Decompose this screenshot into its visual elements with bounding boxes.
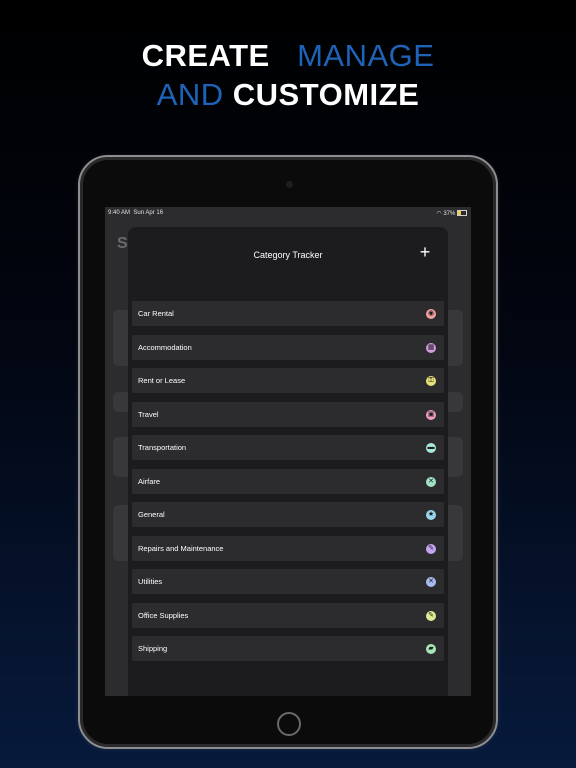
headline-customize: CUSTOMIZE: [232, 77, 420, 112]
category-row[interactable]: Repairs and Maintenance ✎: [132, 535, 444, 561]
category-label: Accommodation: [138, 342, 192, 352]
status-right: ◠ 37%: [436, 210, 467, 217]
category-label: Transportation: [138, 443, 187, 452]
wifi-icon: ◠: [436, 211, 442, 217]
category-label: General: [138, 510, 165, 519]
category-tracker-modal: Category Tracker + Car Rental ◉ Accommodat…: [128, 227, 448, 696]
modal-title: Category Tracker: [253, 250, 323, 260]
bus-icon: ▬: [426, 443, 436, 453]
category-label: Car Rental: [138, 309, 174, 318]
headline-manage: MANAGE: [297, 38, 435, 73]
status-date: Sun Apr 16: [133, 210, 164, 216]
car-icon: ◉: [426, 309, 436, 319]
headline-and: AND: [156, 77, 224, 112]
headline-create: CREATE: [141, 38, 270, 73]
category-label: Utilities: [138, 577, 163, 586]
category-label: Shipping: [138, 644, 168, 653]
category-row[interactable]: Rent or Lease ⚿: [132, 368, 444, 393]
category-row[interactable]: Shipping ▰: [132, 636, 444, 661]
category-row[interactable]: Utilities ✕: [132, 569, 444, 594]
battery-icon: [457, 210, 467, 217]
tools-icon: ✕: [426, 577, 436, 587]
category-row[interactable]: Travel ▣: [132, 401, 444, 427]
plus-icon[interactable]: +: [418, 243, 432, 261]
camera-icon: [286, 181, 293, 188]
home-button[interactable]: [277, 712, 301, 736]
background-page-title: S: [117, 235, 128, 252]
status-bar: 9:40 AM Sun Apr 16 ◠ 37%: [105, 207, 471, 219]
category-row[interactable]: Office Supplies ✎: [132, 602, 444, 628]
category-label: Repairs and Maintenance: [138, 543, 224, 553]
category-row[interactable]: Car Rental ◉: [132, 301, 444, 326]
category-row[interactable]: Accommodation ▦: [132, 334, 444, 360]
headline-line-1: CREATE MANAGE: [0, 38, 576, 74]
category-row[interactable]: General ★: [132, 502, 444, 527]
plane-icon: ✕: [426, 476, 436, 487]
status-time: 9:40 AM: [108, 210, 131, 216]
category-row[interactable]: Airfare ✕: [132, 468, 444, 494]
headline-line-2: AND CUSTOMIZE: [0, 77, 576, 113]
category-list: Car Rental ◉ Accommodation ▦ Rent or Lease ⚿ T…: [128, 301, 448, 670]
category-label: Rent or Lease: [138, 376, 186, 385]
suitcase-icon: ▣: [426, 409, 436, 420]
device-screen: 9:40 AM Sun Apr 16 ◠ 37% S Category Trac…: [105, 207, 471, 696]
battery-percent: 37%: [443, 211, 456, 217]
pencil-icon: ✎: [426, 610, 436, 621]
star-icon: ★: [426, 510, 436, 520]
status-time-date: 9:40 AM Sun Apr 16: [108, 210, 163, 216]
category-label: Travel: [138, 409, 159, 419]
category-label: Airfare: [138, 476, 161, 486]
bed-icon: ▦: [426, 342, 436, 353]
truck-icon: ▰: [426, 644, 436, 654]
category-label: Office Supplies: [138, 610, 189, 620]
category-row[interactable]: Transportation ▬: [132, 435, 444, 460]
key-icon: ⚿: [426, 376, 436, 386]
wrench-icon: ✎: [426, 543, 436, 554]
